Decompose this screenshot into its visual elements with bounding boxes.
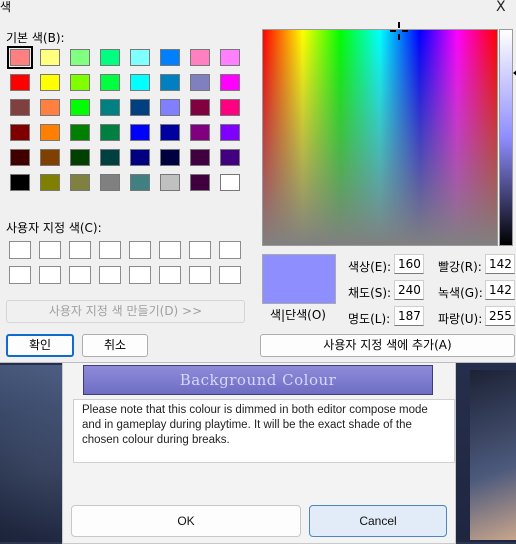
background-artwork (0, 365, 70, 542)
basic-color-swatch[interactable] (220, 49, 240, 66)
red-field[interactable]: 142 (485, 254, 515, 274)
background-colour-button[interactable]: Background Colour (83, 365, 433, 395)
ok-button[interactable]: 확인 (6, 334, 74, 357)
basic-color-swatch[interactable] (10, 124, 30, 141)
basic-color-swatch[interactable] (160, 99, 180, 116)
basic-color-swatch[interactable] (190, 49, 210, 66)
basic-color-swatch[interactable] (40, 49, 60, 66)
crosshair-icon (390, 22, 408, 40)
basic-color-swatch[interactable] (40, 74, 60, 91)
background-artwork (470, 370, 516, 540)
custom-color-swatch[interactable] (219, 241, 241, 259)
basic-color-swatch[interactable] (40, 174, 60, 191)
basic-color-swatch[interactable] (100, 99, 120, 116)
luminosity-field[interactable]: 187 (394, 306, 424, 326)
basic-color-swatch[interactable] (160, 124, 180, 141)
basic-color-swatch[interactable] (100, 124, 120, 141)
custom-color-swatch[interactable] (219, 266, 241, 284)
hue-field[interactable]: 160 (394, 254, 424, 274)
basic-color-swatch[interactable] (10, 99, 30, 116)
custom-color-swatch[interactable] (159, 241, 181, 259)
ok-button[interactable]: OK (71, 505, 301, 537)
basic-color-swatch[interactable] (220, 74, 240, 91)
define-custom-colors-button[interactable]: 사용자 지정 색 만들기(D) >> (6, 300, 245, 323)
basic-colors-label: 기본 색(B): (6, 31, 65, 45)
blue-field[interactable]: 255 (485, 306, 515, 326)
basic-color-swatch[interactable] (40, 124, 60, 141)
basic-color-swatch[interactable] (190, 149, 210, 166)
custom-color-swatch[interactable] (69, 266, 91, 284)
basic-color-swatch[interactable] (10, 174, 30, 191)
hue-label: 색상(E): (348, 260, 392, 274)
basic-color-swatch[interactable] (190, 99, 210, 116)
custom-color-swatch[interactable] (129, 266, 151, 284)
basic-color-swatch[interactable] (40, 99, 60, 116)
luminosity-slider[interactable] (499, 29, 513, 246)
basic-color-swatch[interactable] (10, 149, 30, 166)
basic-color-swatch[interactable] (7, 46, 33, 69)
settings-dialog: Background Colour Please note that this … (62, 360, 456, 544)
basic-color-swatch[interactable] (130, 174, 150, 191)
basic-color-swatch[interactable] (100, 49, 120, 66)
basic-color-swatch[interactable] (220, 149, 240, 166)
basic-color-swatch[interactable] (100, 149, 120, 166)
basic-color-swatch[interactable] (130, 149, 150, 166)
green-field[interactable]: 142 (485, 280, 515, 300)
basic-color-swatch[interactable] (160, 74, 180, 91)
preview-label: 색|단색(O) (270, 308, 326, 322)
color-preview (262, 254, 336, 304)
basic-color-swatch[interactable] (160, 149, 180, 166)
basic-color-swatch[interactable] (40, 149, 60, 166)
cancel-button[interactable]: Cancel (309, 505, 447, 537)
basic-color-swatch[interactable] (70, 74, 90, 91)
basic-color-swatch[interactable] (190, 124, 210, 141)
hue-saturation-spectrum[interactable] (262, 29, 498, 246)
custom-color-swatch[interactable] (189, 241, 211, 259)
basic-color-swatch[interactable] (190, 174, 210, 191)
custom-color-swatch[interactable] (9, 266, 31, 284)
custom-color-swatch[interactable] (39, 241, 61, 259)
basic-color-swatch[interactable] (70, 99, 90, 116)
basic-color-swatch[interactable] (130, 74, 150, 91)
basic-color-swatch[interactable] (10, 74, 30, 91)
red-label: 빨강(R): (438, 260, 482, 274)
custom-color-swatch[interactable] (69, 241, 91, 259)
basic-color-swatch[interactable] (100, 74, 120, 91)
dialog-title: 색 (0, 0, 12, 14)
add-to-custom-colors-button[interactable]: 사용자 지정 색에 추가(A) (260, 334, 515, 357)
custom-color-swatch[interactable] (9, 241, 31, 259)
green-label: 녹색(G): (438, 286, 483, 300)
basic-color-swatch[interactable] (220, 174, 240, 191)
basic-color-swatch[interactable] (220, 99, 240, 116)
custom-colors-label: 사용자 지정 색(C): (6, 221, 102, 235)
saturation-field[interactable]: 240 (394, 280, 424, 300)
blue-label: 파랑(U): (438, 312, 483, 326)
custom-color-swatch[interactable] (39, 266, 61, 284)
close-icon[interactable]: X (496, 0, 506, 14)
cancel-button[interactable]: 취소 (82, 334, 148, 357)
custom-color-swatch[interactable] (159, 266, 181, 284)
basic-color-swatch[interactable] (70, 124, 90, 141)
basic-color-swatch[interactable] (70, 174, 90, 191)
basic-color-swatch[interactable] (130, 124, 150, 141)
custom-color-swatch[interactable] (129, 241, 151, 259)
basic-color-swatch[interactable] (70, 49, 90, 66)
custom-color-swatch[interactable] (189, 266, 211, 284)
saturation-label: 채도(S): (348, 286, 392, 300)
custom-color-swatch[interactable] (99, 266, 121, 284)
basic-color-swatch[interactable] (220, 124, 240, 141)
basic-color-swatch[interactable] (160, 174, 180, 191)
basic-color-swatch[interactable] (190, 74, 210, 91)
luminosity-label: 명도(L): (348, 312, 391, 326)
basic-color-swatch[interactable] (130, 99, 150, 116)
custom-color-swatch[interactable] (99, 241, 121, 259)
basic-color-swatch[interactable] (70, 149, 90, 166)
basic-color-swatch[interactable] (130, 49, 150, 66)
basic-color-swatch[interactable] (160, 49, 180, 66)
basic-color-swatch[interactable] (100, 174, 120, 191)
color-dialog: 색 X 기본 색(B): 사용자 지정 색(C): 사용자 지정 색 만들기(D… (0, 0, 516, 363)
colour-note: Please note that this colour is dimmed i… (73, 399, 455, 463)
